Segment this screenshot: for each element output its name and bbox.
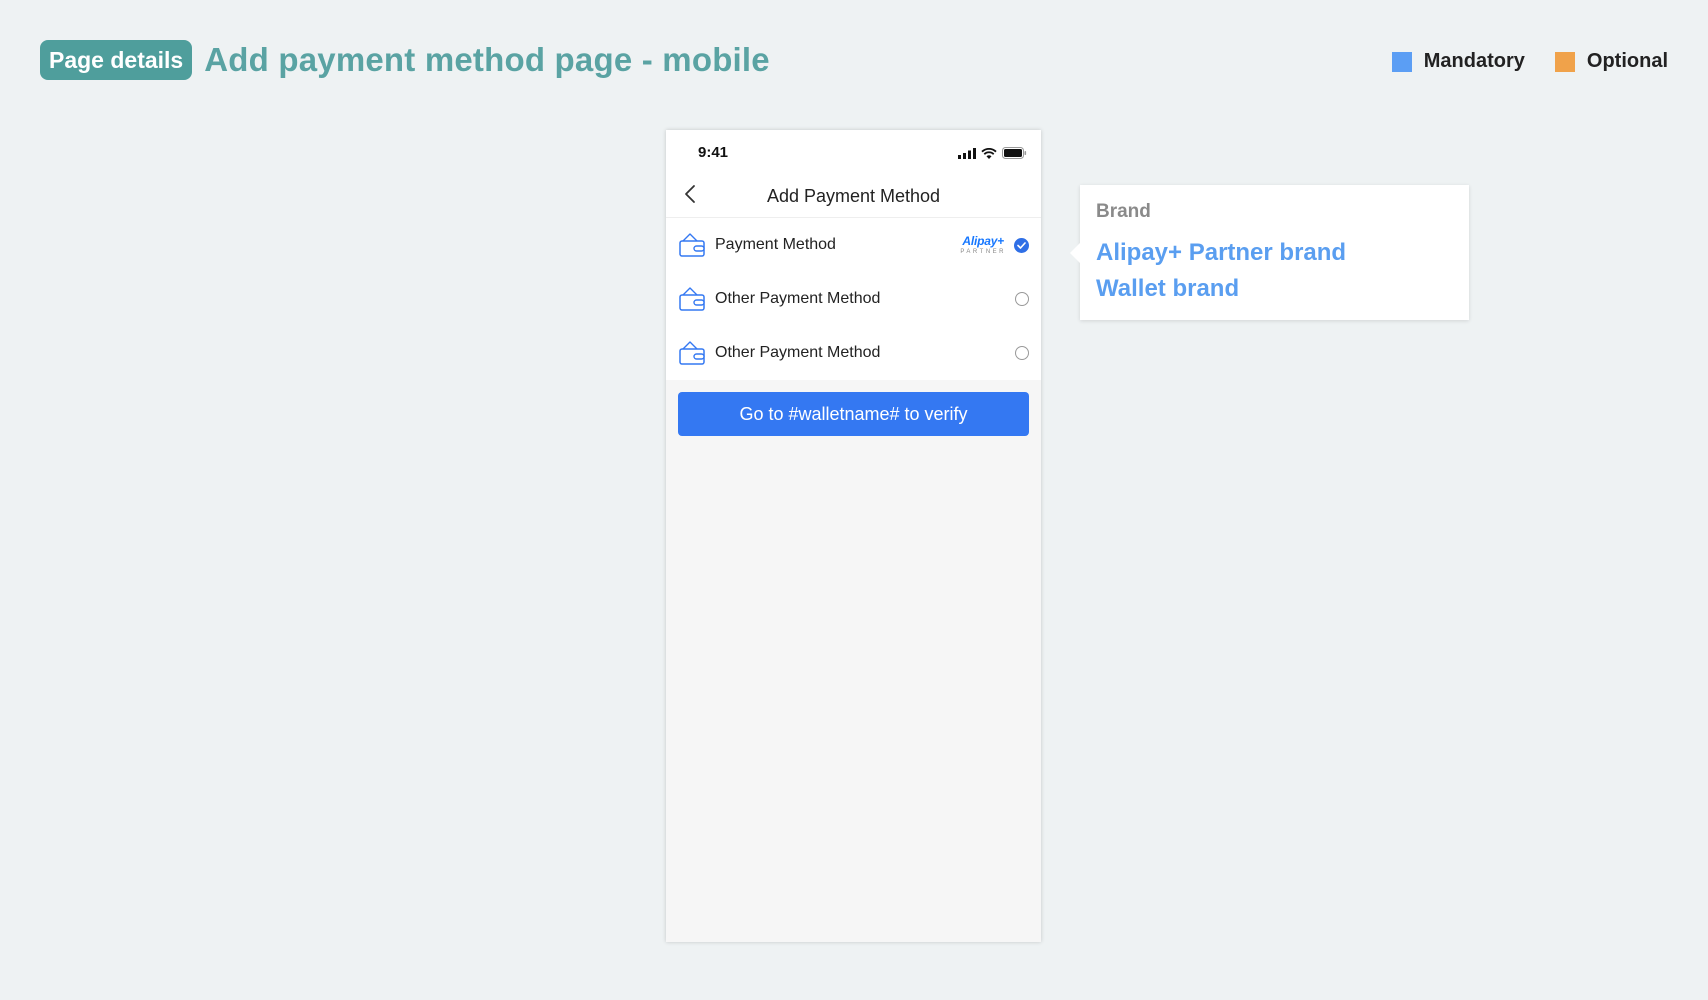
payment-method-label: Other Payment Method — [715, 344, 881, 361]
signal-icon — [958, 146, 976, 164]
legend-swatch-optional — [1554, 51, 1575, 72]
legend-label: Mandatory — [1423, 50, 1525, 72]
nav-bar: Add Payment Method — [666, 174, 1041, 218]
legend-swatch-mandatory — [1391, 51, 1412, 72]
verify-wallet-button[interactable]: Go to #walletname# to verify — [678, 392, 1029, 436]
radio-unchecked-icon[interactable] — [1015, 346, 1029, 360]
payment-method-item[interactable]: Other Payment Method — [666, 326, 1041, 380]
phone-mockup: 9:41 Add Payment Method Payment Method A… — [666, 130, 1041, 942]
alipay-logo-subtext: PARTNER — [960, 249, 1006, 255]
wallet-icon — [678, 339, 706, 367]
alipay-logo-text: Alipay+ — [962, 234, 1004, 248]
legend-item-mandatory: Mandatory — [1391, 50, 1525, 73]
status-time: 9:41 — [698, 144, 729, 161]
page-header: Page details Add payment method page - m… — [40, 40, 770, 80]
status-icons — [958, 146, 1027, 164]
wifi-icon — [981, 146, 997, 164]
phone-top-area: 9:41 Add Payment Method — [666, 130, 1041, 218]
annotation-line: Wallet brand — [1096, 275, 1240, 302]
annotation-heading: Brand — [1096, 201, 1151, 222]
legend-label: Optional — [1586, 50, 1668, 72]
payment-method-list: Payment Method Alipay+ PARTNER Other Pay… — [666, 218, 1041, 380]
payment-method-label: Payment Method — [715, 236, 836, 253]
page-title: Add payment method page - mobile — [204, 41, 770, 78]
page-details-badge: Page details — [40, 40, 193, 80]
wallet-icon — [678, 285, 706, 313]
nav-title: Add Payment Method — [766, 186, 941, 206]
alipay-partner-logo: Alipay+ PARTNER — [960, 235, 1006, 255]
cta-container: Go to #walletname# to verify — [666, 380, 1041, 448]
payment-method-label: Other Payment Method — [715, 290, 881, 307]
battery-icon — [1002, 146, 1027, 164]
radio-checked-icon[interactable] — [1014, 237, 1029, 253]
brand-annotation-card: Brand Alipay+ Partner brand Wallet brand — [1070, 185, 1469, 320]
status-bar: 9:41 — [666, 130, 1041, 174]
radio-unchecked-icon[interactable] — [1015, 292, 1029, 306]
payment-method-item[interactable]: Other Payment Method — [666, 272, 1041, 326]
wallet-icon — [678, 231, 706, 259]
annotation-line: Alipay+ Partner brand — [1096, 239, 1347, 266]
legend: Mandatory Optional — [1362, 50, 1668, 73]
legend-item-optional: Optional — [1554, 50, 1668, 73]
payment-method-item[interactable]: Payment Method Alipay+ PARTNER — [666, 218, 1041, 272]
